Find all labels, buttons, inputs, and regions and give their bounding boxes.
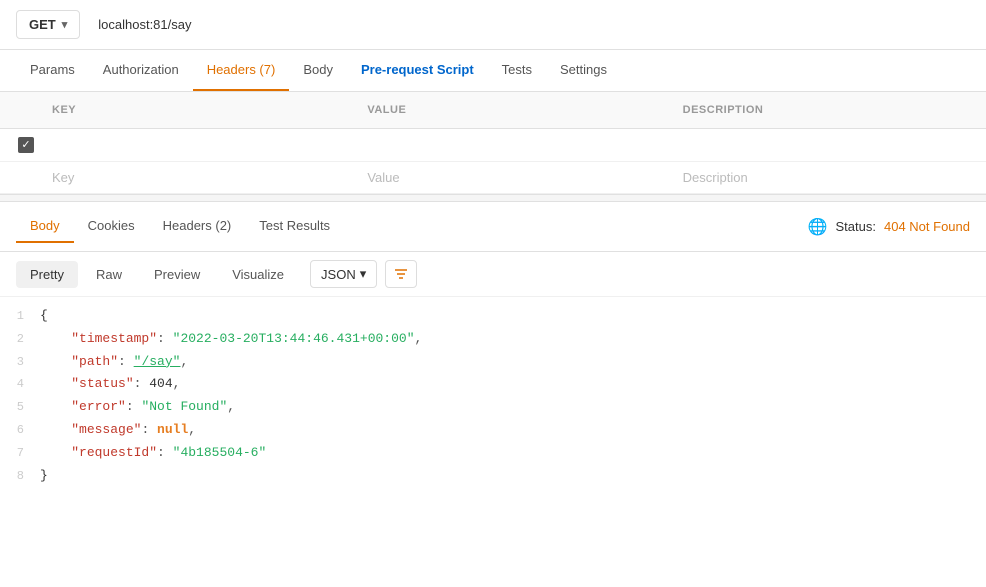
row1-checkbox-cell: ✓ [0,129,40,161]
col-key: KEY [40,98,355,122]
key-error: "error" [71,399,126,414]
code-line-1: 1 { [0,305,986,328]
key-timestamp: "timestamp" [71,331,157,346]
code-line-3: 3 "path": "/say", [0,351,986,374]
val-path[interactable]: "/say" [134,354,181,369]
row2-desc-cell: Description [671,162,986,193]
section-divider [0,194,986,202]
resp-tab-cookies[interactable]: Cookies [74,210,149,243]
headers-table-header: KEY VALUE DESCRIPTION [0,92,986,129]
row2-checkbox-cell [0,170,40,186]
code-line-6: 6 "message": null, [0,419,986,442]
row1-value-cell [355,137,670,153]
line-num-7: 7 [0,443,40,463]
line-num-5: 5 [0,397,40,417]
key-path: "path" [71,354,118,369]
line-num-6: 6 [0,420,40,440]
line-content-2: "timestamp": "2022-03-20T13:44:46.431+00… [40,329,986,350]
tab-settings[interactable]: Settings [546,50,621,91]
method-select[interactable]: GET ▾ [16,10,80,39]
line-content-4: "status": 404, [40,374,986,395]
fmt-pretty[interactable]: Pretty [16,261,78,288]
resp-tab-body[interactable]: Body [16,210,74,243]
status-value: 404 Not Found [884,219,970,234]
status-label: Status: [836,219,876,234]
row2-value-cell: Value [355,162,670,193]
code-line-2: 2 "timestamp": "2022-03-20T13:44:46.431+… [0,328,986,351]
code-line-8: 8 } [0,465,986,488]
line-num-2: 2 [0,329,40,349]
code-line-4: 4 "status": 404, [0,373,986,396]
val-timestamp: "2022-03-20T13:44:46.431+00:00" [173,331,415,346]
response-tabs: Body Cookies Headers (2) Test Results [16,210,344,243]
fmt-preview[interactable]: Preview [140,261,214,288]
key-requestid: "requestId" [71,445,157,460]
status-area: 🌐 Status: 404 Not Found [808,217,970,237]
tab-prerequest[interactable]: Pre-request Script [347,50,488,91]
json-label: JSON [321,267,356,282]
line-content-7: "requestId": "4b185504-6" [40,443,986,464]
fmt-raw[interactable]: Raw [82,261,136,288]
line-content-3: "path": "/say", [40,352,986,373]
globe-icon: 🌐 [808,217,828,237]
json-chevron: ▾ [360,266,367,282]
code-line-5: 5 "error": "Not Found", [0,396,986,419]
method-label: GET [29,17,56,32]
tab-authorization[interactable]: Authorization [89,50,193,91]
url-bar: GET ▾ [0,0,986,50]
key-message: "message" [71,422,141,437]
col-value: VALUE [355,98,670,122]
code-area: 1 { 2 "timestamp": "2022-03-20T13:44:46.… [0,297,986,495]
col-checkbox [0,98,40,122]
row1-desc-cell [671,137,986,153]
response-header: Body Cookies Headers (2) Test Results 🌐 … [0,202,986,252]
method-chevron: ▾ [62,18,68,31]
val-status: 404 [149,376,172,391]
row1-checkbox[interactable]: ✓ [18,137,34,153]
row2-key-cell: Key [40,162,355,193]
tab-headers[interactable]: Headers (7) [193,50,290,91]
tab-params[interactable]: Params [16,50,89,91]
filter-icon [393,267,409,281]
line-num-1: 1 [0,306,40,326]
resp-tab-testresults[interactable]: Test Results [245,210,344,243]
url-input[interactable] [88,11,970,38]
line-content-5: "error": "Not Found", [40,397,986,418]
val-requestid: "4b185504-6" [173,445,267,460]
code-line-7: 7 "requestId": "4b185504-6" [0,442,986,465]
header-row-2: Key Value Description [0,162,986,194]
checkmark-icon: ✓ [21,140,30,151]
col-description: DESCRIPTION [671,98,986,122]
key-status: "status" [71,376,133,391]
json-format-select[interactable]: JSON ▾ [310,260,377,288]
filter-button[interactable] [385,260,417,288]
line-content-1: { [40,306,986,327]
line-num-4: 4 [0,374,40,394]
request-tabs: Params Authorization Headers (7) Body Pr… [0,50,986,92]
line-num-3: 3 [0,352,40,372]
val-message: null [157,422,188,437]
line-content-8: } [40,466,986,487]
header-row-1: ✓ [0,129,986,162]
val-error: "Not Found" [141,399,227,414]
row1-key-cell [40,137,355,153]
tab-body[interactable]: Body [289,50,347,91]
format-toolbar: Pretty Raw Preview Visualize JSON ▾ [0,252,986,297]
fmt-visualize[interactable]: Visualize [218,261,298,288]
tab-tests[interactable]: Tests [488,50,546,91]
line-num-8: 8 [0,466,40,486]
resp-tab-headers[interactable]: Headers (2) [149,210,246,243]
line-content-6: "message": null, [40,420,986,441]
